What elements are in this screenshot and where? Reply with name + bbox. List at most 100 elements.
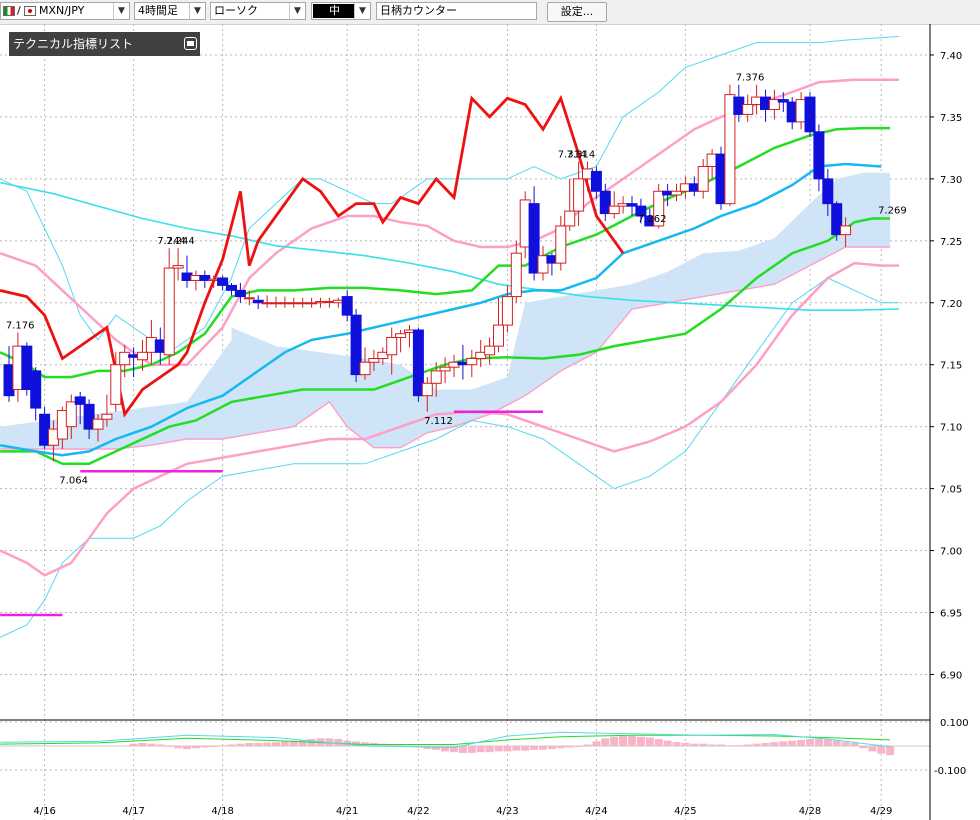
oscillator-histogram-bar: [592, 741, 601, 746]
toolbar: / MXN/JPY ▼ 4時間足 ▼ ローソク ▼ 中 ▼ 日柄カウンター 設定…: [0, 0, 980, 25]
candle-body: [501, 296, 513, 326]
osc-axis-label: -0.100: [934, 766, 966, 777]
settings-button[interactable]: 設定...: [547, 2, 607, 22]
oscillator-histogram-bar: [183, 746, 191, 750]
bollinger-upper-1-line: [0, 78, 899, 366]
counter-field[interactable]: 日柄カウンター: [376, 2, 537, 20]
oscillator-histogram-bar: [191, 746, 200, 749]
counter-label: 日柄カウンター: [380, 4, 457, 17]
oscillator-histogram-bar: [138, 742, 147, 746]
candle-body: [65, 401, 77, 428]
oscillator-pane: [0, 719, 930, 756]
window-toggle-icon[interactable]: [184, 37, 197, 50]
candle-body: [359, 361, 371, 376]
oscillator-histogram-bar: [814, 739, 823, 746]
candle-body: [341, 296, 353, 316]
candle-body: [386, 336, 398, 356]
oscillator-histogram-bar: [263, 742, 272, 746]
oscillator-histogram-bar: [601, 738, 610, 746]
oscillator-histogram-bar: [752, 743, 761, 746]
oscillator-histogram-bar: [147, 743, 156, 746]
candle-body: [822, 178, 834, 205]
timeframe-select[interactable]: 4時間足 ▼: [134, 2, 206, 20]
price-chart[interactable]: 7.1767.0647.2447.2447.1127.3147.3147.262…: [0, 24, 980, 820]
chart-style-select[interactable]: ローソク ▼: [210, 2, 306, 20]
candle-body: [395, 333, 407, 338]
oscillator-histogram-bar: [832, 740, 841, 746]
oscillator-histogram-bar: [672, 742, 681, 746]
price-axis-label: 6.95: [940, 608, 962, 619]
oscillator-histogram-bar: [227, 744, 236, 746]
candle-body: [804, 96, 816, 133]
oscillator-histogram-bar: [200, 746, 209, 748]
chart-style-label: ローソク: [214, 4, 258, 17]
candle-body: [510, 252, 522, 298]
oscillator-histogram-bar: [868, 746, 877, 752]
candle-body: [590, 170, 602, 192]
oscillator-histogram-bar: [521, 746, 530, 751]
oscillator-histogram-bar: [645, 737, 654, 746]
chevron-down-icon: ▼: [289, 3, 305, 19]
candle-body: [671, 190, 682, 196]
oscillator-histogram-bar: [539, 746, 547, 750]
oscillator-histogram-bar: [485, 746, 494, 753]
mexico-flag-icon: [3, 6, 15, 16]
time-axis-label: 4/25: [674, 806, 696, 817]
candle-body: [368, 358, 380, 363]
oscillator-histogram-bar: [218, 745, 227, 747]
candle-body: [439, 366, 451, 372]
oscillator-histogram-bar: [209, 746, 218, 747]
oscillator-histogram-bar: [841, 742, 850, 746]
time-axis-label: 4/22: [407, 806, 429, 817]
price-axis-label: 7.10: [940, 423, 962, 434]
candle-body: [92, 418, 104, 430]
oscillator-histogram-bar: [610, 736, 619, 746]
oscillator-histogram-bar: [129, 743, 138, 746]
price-annotation: 7.176: [6, 320, 35, 331]
oscillator-histogram-bar: [334, 739, 343, 746]
candle-body: [484, 345, 496, 356]
price-annotation: 7.064: [59, 475, 88, 486]
oscillator-histogram-bar: [432, 746, 441, 750]
oscillator-histogram-bar: [236, 743, 245, 746]
oscillator-histogram-bar: [797, 739, 806, 746]
candle-body: [163, 267, 175, 356]
time-axis-label: 4/29: [870, 806, 892, 817]
indicator-list-panel[interactable]: テクニカル指標リスト: [9, 32, 200, 56]
oscillator-histogram-bar: [788, 740, 797, 746]
bollinger-lower-2-line: [0, 277, 899, 638]
candle-body: [421, 382, 433, 397]
oscillator-histogram-bar: [476, 746, 485, 753]
oscillator-histogram-bar: [174, 746, 183, 749]
size-select[interactable]: 中 ▼: [311, 2, 371, 20]
oscillator-histogram-bar: [503, 746, 512, 752]
time-axis-label: 4/18: [211, 806, 233, 817]
price-axis-label: 7.05: [940, 485, 962, 496]
oscillator-histogram-bar: [245, 742, 254, 746]
candle-body: [430, 370, 442, 384]
oscillator-histogram-bar: [725, 745, 734, 747]
candle-body: [119, 351, 131, 366]
oscillator-histogram-bar: [628, 736, 636, 746]
price-annotation: 7.269: [878, 205, 907, 216]
japan-flag-icon: [24, 6, 36, 16]
candle-body: [234, 289, 246, 298]
oscillator-histogram-bar: [547, 746, 556, 750]
price-axis-label: 6.90: [940, 670, 962, 681]
candle-body: [555, 225, 567, 264]
size-label: 中: [313, 4, 356, 18]
oscillator-histogram-bar: [806, 739, 814, 746]
oscillator-histogram-bar: [467, 746, 476, 753]
oscillator-histogram-bar: [770, 742, 779, 746]
candle-body: [30, 370, 42, 409]
candle-body: [101, 413, 113, 420]
price-annotation: 7.112: [424, 416, 453, 427]
oscillator-histogram-bar: [583, 744, 592, 746]
candle-body: [608, 205, 620, 215]
time-axis-label: 4/21: [336, 806, 358, 817]
oscillator-histogram-bar: [556, 746, 565, 749]
candle-body: [226, 284, 237, 291]
pair-select[interactable]: / MXN/JPY ▼: [0, 2, 130, 20]
price-axis-label: 7.25: [940, 237, 962, 248]
oscillator-histogram-bar: [663, 740, 672, 746]
